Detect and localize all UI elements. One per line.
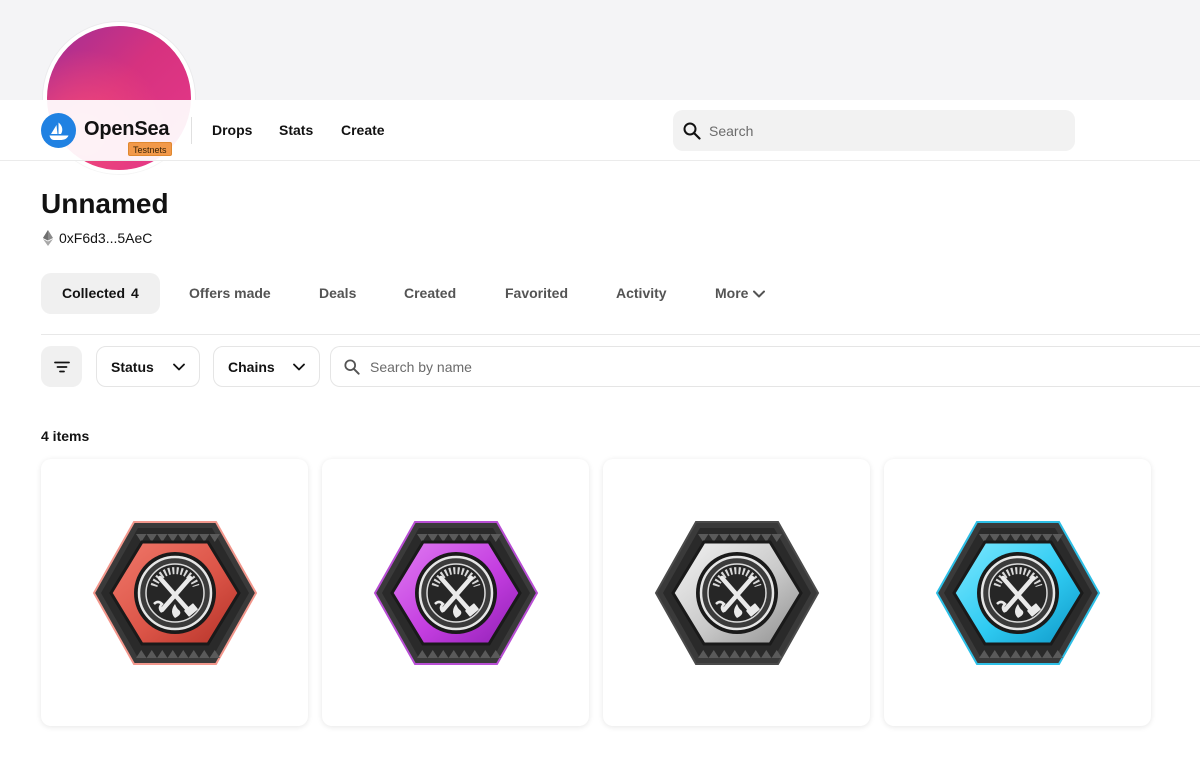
item-count: 4 items [41, 428, 90, 444]
forge-badge-icon [654, 520, 819, 665]
wallet-address-text: 0xF6d3...5AeC [59, 230, 153, 246]
status-dropdown[interactable]: Status [96, 346, 200, 387]
search-icon [344, 358, 360, 375]
chevron-down-icon [173, 363, 185, 370]
forge-badge-icon [373, 520, 538, 665]
brand-name[interactable]: OpenSea [84, 118, 170, 141]
forge-badge-icon [935, 520, 1100, 665]
wallet-address[interactable]: 0xF6d3...5AeC [43, 230, 152, 246]
top-navbar: OpenSea Testnets Drops Stats Create [0, 100, 1200, 161]
tab-deals[interactable]: Deals [319, 273, 356, 314]
chevron-down-icon [753, 290, 766, 297]
nft-card-cyan[interactable] [884, 459, 1151, 726]
global-search-input[interactable] [709, 122, 1075, 139]
nft-card-purple[interactable] [322, 459, 589, 726]
testnets-badge: Testnets [128, 142, 172, 156]
nav-divider [191, 117, 192, 144]
nft-card-red[interactable] [41, 459, 308, 726]
chains-dropdown[interactable]: Chains [213, 346, 320, 387]
opensea-logo-icon[interactable] [41, 113, 76, 148]
profile-name: Unnamed [41, 188, 169, 219]
nav-link-stats[interactable]: Stats [279, 122, 313, 138]
nav-link-drops[interactable]: Drops [212, 122, 252, 138]
tab-favorited[interactable]: Favorited [505, 273, 568, 314]
forge-badge-icon [92, 520, 257, 665]
name-search[interactable] [330, 346, 1200, 387]
chevron-down-icon [293, 363, 305, 370]
global-search[interactable] [673, 110, 1075, 151]
filter-toggle-button[interactable] [41, 346, 82, 387]
tabs-divider [41, 334, 1200, 335]
nav-link-create[interactable]: Create [341, 122, 385, 138]
filter-lines-icon [53, 361, 70, 372]
tab-created[interactable]: Created [404, 273, 456, 314]
nft-card-silver[interactable] [603, 459, 870, 726]
tab-collected[interactable]: Collected 4 [41, 273, 160, 314]
tab-activity[interactable]: Activity [616, 273, 667, 314]
tab-offers-made[interactable]: Offers made [189, 273, 271, 314]
tab-collected-count: 4 [131, 285, 139, 301]
search-icon [683, 122, 701, 140]
name-search-input[interactable] [370, 358, 1200, 375]
ethereum-icon [43, 230, 53, 246]
tab-more[interactable]: More [715, 273, 766, 314]
